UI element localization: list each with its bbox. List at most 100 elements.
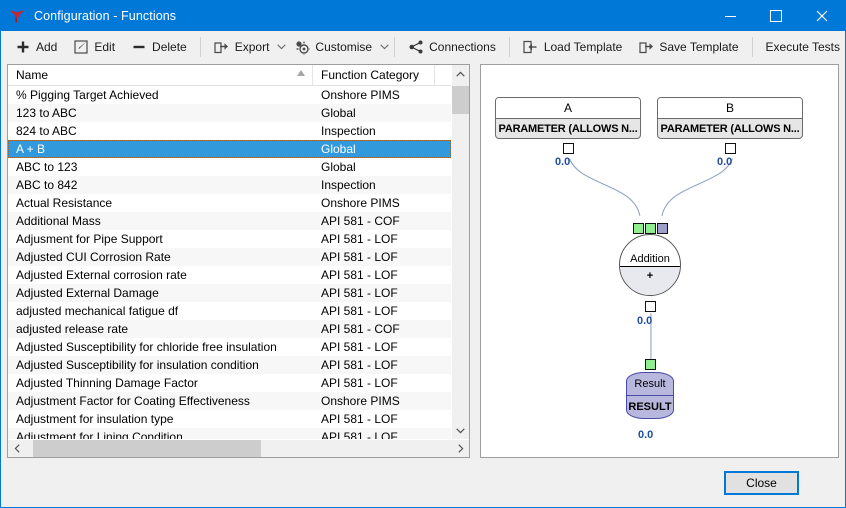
table-row[interactable]: adjusted mechanical fatigue df API 581 - … [8,302,451,320]
vertical-scroll-thumb[interactable] [452,86,469,114]
vertical-scroll-track[interactable] [452,82,469,422]
node-b-title: B [658,98,802,119]
column-header-name[interactable]: Name [8,65,313,85]
diagram-node-parameter-b[interactable]: B PARAMETER (ALLOWS N... [657,97,803,139]
table-row[interactable]: Adjusted CUI Corrosion Rate API 581 - LOF [8,248,451,266]
toolbar-connections-label: Connections [429,40,496,54]
functions-list-rows: % Pigging Target Achieved Onshore PIMS 123… [8,86,451,439]
scroll-left-button[interactable] [8,440,25,457]
addition-input-port-2[interactable] [645,223,656,234]
cell-function-name: % Pigging Target Achieved [16,88,159,102]
toolbar-add-label: Add [36,40,58,54]
addition-output-value: 0.0 [637,315,653,327]
toolbar-edit-button[interactable]: Edit [65,33,123,61]
table-row[interactable]: Actual Resistance Onshore PIMS [8,194,451,212]
column-header-filler [435,65,451,85]
table-row[interactable]: Adjusment for Pipe Support API 581 - LOF [8,230,451,248]
node-result-subtitle: RESULT [628,401,672,413]
scroll-down-button[interactable] [452,422,469,439]
table-row[interactable]: 123 to ABC Global [8,104,451,122]
node-a-subtitle: PARAMETER (ALLOWS N... [498,122,638,135]
cell-function-name: adjusted release rate [16,322,129,336]
node-a-output-port[interactable] [563,143,574,154]
functions-list-columns: Name Function Category % Pigging Target … [8,65,451,439]
cell-function-name: Adjusted Susceptibility for insulation c… [16,358,259,372]
table-row[interactable]: ABC to 842 Inspection [8,176,451,194]
diagram-node-addition[interactable]: Addition + [619,234,681,296]
toolbar-separator [394,37,396,57]
diagram-node-parameter-a[interactable]: A PARAMETER (ALLOWS N... [495,97,641,139]
minimize-button[interactable] [707,1,753,31]
table-row[interactable]: ABC to 123 Global [8,158,451,176]
toolbar-load-template-label: Load Template [543,40,623,54]
app-logo-icon [8,7,26,25]
maximize-button[interactable] [753,1,799,31]
node-b-output-port[interactable] [725,143,736,154]
cell-function-category: Onshore PIMS [321,196,400,210]
table-row[interactable]: adjusted release rate API 581 - COF [8,320,451,338]
cell-function-name: 824 to ABC [16,124,77,138]
toolbar-connections-button[interactable]: Connections [400,33,504,61]
toolbar-load-template-button[interactable]: Load Template [515,33,631,61]
scroll-up-button[interactable] [452,65,469,82]
table-row[interactable]: Adjusted Thinning Damage Factor API 581 -… [8,374,451,392]
node-b-output-value: 0.0 [717,156,733,168]
table-row[interactable]: Additional Mass API 581 - COF [8,212,451,230]
node-a-title: A [496,98,640,119]
toolbar-customise-label: Customise [315,40,373,54]
table-row[interactable]: A + B Global [8,140,451,158]
cell-function-category: API 581 - LOF [321,412,398,426]
table-row[interactable]: Adjustment for insulation type API 581 - … [8,410,451,428]
cell-function-category: API 581 - LOF [321,376,398,390]
toolbar-customise-button[interactable]: Customise [286,33,380,61]
addition-input-port-1[interactable] [633,223,644,234]
cell-function-name: Additional Mass [16,214,101,228]
gear-icon [294,39,310,55]
cell-function-name: adjusted mechanical fatigue df [16,304,179,318]
toolbar-export-button[interactable]: Export [206,33,278,61]
cell-function-name: Adjustment for insulation type [16,412,174,426]
close-icon [816,10,828,22]
addition-output-port[interactable] [645,301,656,312]
table-row[interactable]: Adjusted Susceptibility for chloride fre… [8,338,451,356]
cell-function-category: API 581 - LOF [321,232,398,246]
toolbar: Add Edit Delete Export Customise Connect… [1,31,845,64]
horizontal-scroll-track[interactable] [25,440,452,457]
addition-input-port-3[interactable] [657,223,668,234]
table-row[interactable]: Adjusted External corrosion rate API 581 … [8,266,451,284]
export-dropdown-chevron-down-icon[interactable] [277,34,287,60]
diagram-node-result[interactable]: Result RESULT [626,372,674,419]
cell-function-category: Onshore PIMS [321,394,400,408]
toolbar-delete-label: Delete [152,40,187,54]
table-row[interactable]: % Pigging Target Achieved Onshore PIMS [8,86,451,104]
table-row[interactable]: Adjustment Factor for Coating Effectiven… [8,392,451,410]
table-row[interactable]: Adjusted Susceptibility for insulation c… [8,356,451,374]
function-diagram-panel[interactable]: A PARAMETER (ALLOWS N... 0.0 B PARAMETER… [480,64,839,458]
pencil-icon [73,39,89,55]
result-input-port[interactable] [645,359,656,370]
sort-ascending-icon [297,70,305,76]
column-header-function-category[interactable]: Function Category [313,65,435,85]
list-horizontal-scrollbar[interactable] [8,439,469,457]
cell-function-name: Actual Resistance [16,196,113,210]
toolbar-save-template-label: Save Template [659,40,739,54]
cell-function-name: 123 to ABC [16,106,77,120]
cell-function-category: Inspection [321,124,376,138]
horizontal-scroll-thumb[interactable] [33,440,261,457]
cell-function-name: Adjusted External Damage [16,286,159,300]
table-row[interactable]: Adjustment for Lining Condition API 581 -… [8,428,451,439]
table-row[interactable]: 824 to ABC Inspection [8,122,451,140]
table-row[interactable]: Adjusted External Damage API 581 - LOF [8,284,451,302]
toolbar-execute-tests-button[interactable]: Execute Tests [758,33,846,61]
cell-function-category: API 581 - COF [321,322,400,336]
toolbar-save-template-button[interactable]: Save Template [630,33,746,61]
toolbar-add-button[interactable]: Add [7,33,65,61]
cell-function-category: Global [321,142,356,156]
close-button[interactable]: Close [724,471,799,495]
list-vertical-scrollbar[interactable] [451,65,469,439]
customise-dropdown-chevron-down-icon[interactable] [380,34,389,60]
close-window-button[interactable] [799,1,845,31]
plus-icon [15,39,31,55]
toolbar-delete-button[interactable]: Delete [123,33,195,61]
scroll-right-button[interactable] [452,440,469,457]
